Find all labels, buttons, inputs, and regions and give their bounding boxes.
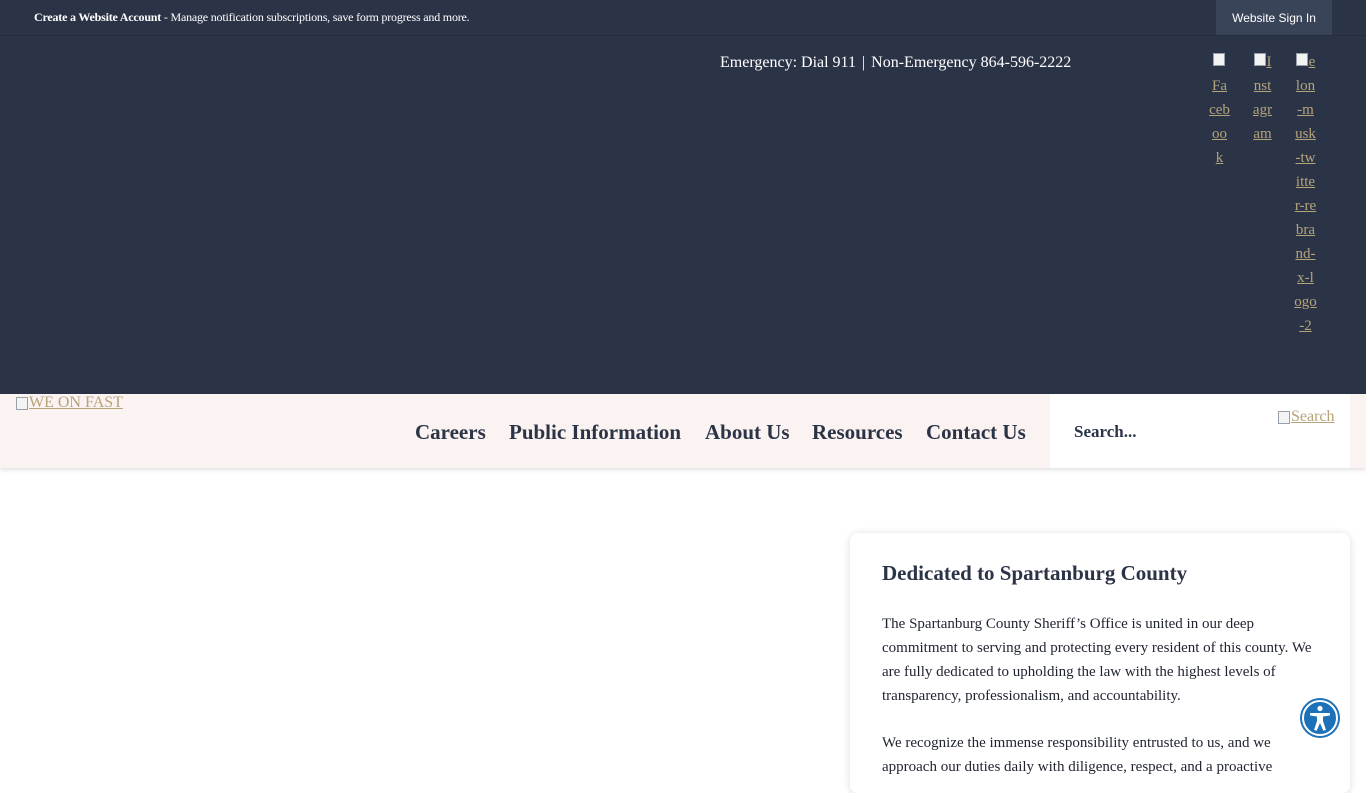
facebook-alt: Facebook [1209, 78, 1230, 166]
create-account-link[interactable]: Create a Website Account [34, 10, 161, 24]
non-emergency-number: Non-Emergency 864-596-2222 [871, 54, 1072, 71]
card-title: Dedicated to Spartanburg County [882, 561, 1188, 585]
top-bar: Create a Website Account - Manage notifi… [0, 0, 1366, 36]
website-sign-in-button[interactable]: Website Sign In [1216, 0, 1332, 35]
accessibility-button[interactable] [1300, 698, 1340, 738]
instagram-icon[interactable]: Instagram [1251, 50, 1274, 146]
search-button-alt: Search [1291, 408, 1335, 425]
nav-contact-us[interactable]: Contact Us [926, 420, 1026, 445]
logo-alt: WE ON FAST [29, 394, 123, 411]
welcome-card: Dedicated to Spartanburg County The Spar… [850, 533, 1350, 793]
accessibility-icon [1302, 700, 1338, 736]
nav-public-information[interactable]: Public Information [509, 420, 681, 445]
emergency-number: Emergency: Dial 911 [720, 54, 856, 71]
emergency-info: Emergency: Dial 911 | Non-Emergency 864-59… [720, 54, 1071, 72]
search-input[interactable] [1074, 420, 1274, 444]
emergency-separator: | [861, 54, 866, 71]
card-paragraph-1: The Spartanburg County Sheriff’s Office … [882, 616, 1312, 704]
nav-resources[interactable]: Resources [812, 420, 903, 445]
x-twitter-icon[interactable]: elon-musk-twitter-rebrand-x-logo-2 [1294, 50, 1317, 338]
search-button[interactable]: Search [1278, 408, 1335, 426]
account-banner-desc: - Manage notification subscriptions, sav… [161, 10, 470, 24]
site-header [0, 36, 1366, 394]
x-twitter-alt: elon-musk-twitter-rebrand-x-logo-2 [1294, 54, 1317, 334]
nav-careers[interactable]: Careers [415, 420, 486, 445]
instagram-alt: Instagram [1252, 54, 1273, 142]
facebook-icon[interactable]: Facebook [1209, 50, 1230, 170]
card-paragraph-2: We recognize the immense responsibility … [882, 735, 1273, 775]
search-box: Search [1050, 394, 1350, 468]
account-banner: Create a Website Account - Manage notifi… [34, 10, 470, 25]
site-logo[interactable]: WE ON FAST [16, 394, 123, 412]
main-nav: WE ON FAST Careers Public Information Ab… [0, 394, 1366, 468]
nav-about-us[interactable]: About Us [705, 420, 790, 445]
